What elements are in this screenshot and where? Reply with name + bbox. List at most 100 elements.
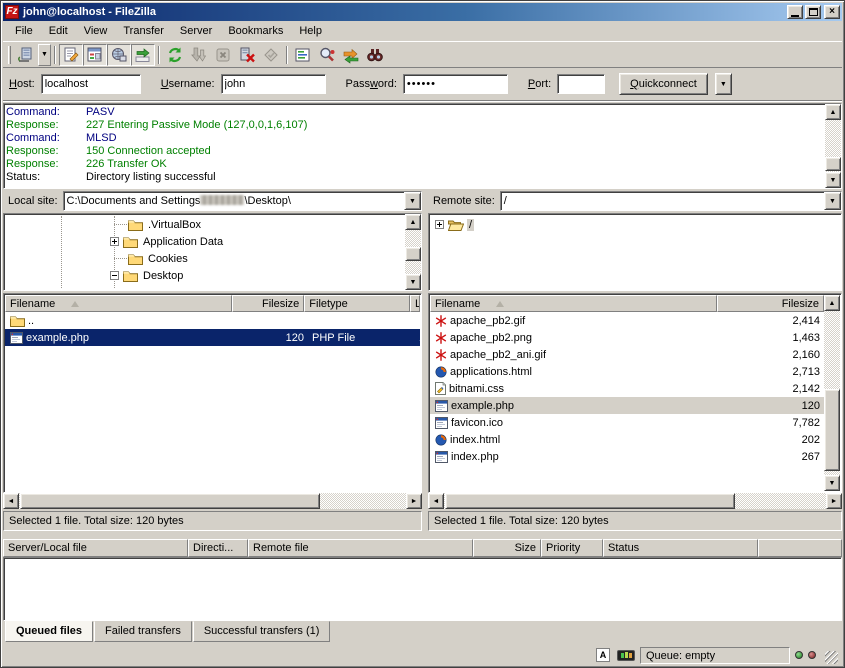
menu-server[interactable]: Server: [172, 23, 220, 39]
scroll-left-button[interactable]: ◄: [3, 493, 19, 509]
port-input[interactable]: [557, 74, 605, 94]
column-header-filename[interactable]: Filename: [430, 295, 717, 312]
host-input[interactable]: [41, 74, 141, 94]
disconnect-icon: [238, 46, 256, 64]
menu-view[interactable]: View: [76, 23, 116, 39]
column-header-server-local-file[interactable]: Server/Local file: [3, 539, 188, 557]
file-row-example-php[interactable]: example.php 120 PHP File 1: [5, 329, 420, 346]
menu-help[interactable]: Help: [291, 23, 330, 39]
toggle-local-tree-button[interactable]: [83, 44, 107, 66]
column-header-filesize[interactable]: Filesize: [717, 295, 824, 312]
data-type-indicator-icon[interactable]: A: [594, 647, 612, 663]
maximize-button[interactable]: [805, 5, 821, 19]
column-header-filename[interactable]: Filename: [5, 295, 232, 312]
quickconnect-dropdown[interactable]: ▼: [715, 73, 732, 95]
combo-dropdown-button[interactable]: ▼: [824, 192, 841, 210]
resize-grip[interactable]: [825, 651, 838, 664]
minimize-button[interactable]: [787, 5, 803, 19]
file-row[interactable]: favicon.ico 7,782: [430, 414, 824, 431]
site-manager-button[interactable]: [14, 44, 38, 66]
remote-list-hscrollbar[interactable]: ◄ ►: [428, 493, 842, 509]
column-header-size[interactable]: Size: [473, 539, 541, 557]
html-browser-icon: [435, 434, 447, 446]
comparison-button[interactable]: [315, 44, 339, 66]
menu-file[interactable]: File: [7, 23, 41, 39]
column-header-remote-file[interactable]: Remote file: [248, 539, 473, 557]
toggle-remote-tree-button[interactable]: [107, 44, 131, 66]
log-scrollbar[interactable]: ▲ ▼: [825, 104, 841, 188]
queue-list[interactable]: [3, 557, 842, 621]
filter-button[interactable]: [291, 44, 315, 66]
column-header-filesize[interactable]: Filesize: [232, 295, 304, 312]
menu-transfer[interactable]: Transfer: [115, 23, 172, 39]
disconnect-button[interactable]: [235, 44, 259, 66]
quickconnect-button[interactable]: Quickconnect: [619, 73, 708, 95]
scroll-right-button[interactable]: ►: [406, 493, 422, 509]
file-row[interactable]: apache_pb2.png 1,463: [430, 329, 824, 346]
expand-icon[interactable]: [110, 237, 119, 246]
toolbar-gripper: [8, 46, 11, 64]
column-header-direction[interactable]: Directi...: [188, 539, 248, 557]
tree-item-desktop[interactable]: Desktop: [6, 267, 419, 284]
expand-icon[interactable]: [435, 220, 444, 229]
scroll-thumb[interactable]: [20, 493, 320, 509]
toggle-message-log-button[interactable]: [59, 44, 83, 66]
scroll-up-button[interactable]: ▲: [824, 295, 840, 311]
file-row[interactable]: apache_pb2_ani.gif 2,160: [430, 346, 824, 363]
file-row[interactable]: index.html 202: [430, 431, 824, 448]
file-row[interactable]: apache_pb2.gif 2,414: [430, 312, 824, 329]
combo-dropdown-button[interactable]: ▼: [404, 192, 421, 210]
find-files-button[interactable]: [363, 44, 387, 66]
file-row-example-php[interactable]: example.php 120: [430, 397, 824, 414]
collapse-icon[interactable]: [110, 271, 119, 280]
column-header-status[interactable]: Status: [603, 539, 758, 557]
local-tree-scrollbar[interactable]: ▲ ▼: [405, 214, 421, 290]
file-row[interactable]: applications.html 2,713: [430, 363, 824, 380]
menu-bookmarks[interactable]: Bookmarks: [220, 23, 291, 39]
scroll-down-button[interactable]: ▼: [825, 172, 841, 188]
tab-queued-files[interactable]: Queued files: [5, 621, 93, 642]
scroll-up-button[interactable]: ▲: [405, 214, 421, 230]
redacted-username: [200, 195, 244, 205]
scroll-left-button[interactable]: ◄: [428, 493, 444, 509]
process-queue-button[interactable]: [187, 44, 211, 66]
scroll-up-button[interactable]: ▲: [825, 104, 841, 120]
site-manager-dropdown[interactable]: ▼: [38, 44, 51, 66]
local-list-hscrollbar[interactable]: ◄ ►: [3, 493, 422, 509]
menubar: File Edit View Transfer Server Bookmarks…: [3, 21, 842, 41]
cancel-operation-button[interactable]: [211, 44, 235, 66]
reconnect-button[interactable]: [259, 44, 283, 66]
tree-item-virtualbox[interactable]: .VirtualBox: [6, 216, 419, 233]
scroll-down-button[interactable]: ▼: [405, 274, 421, 290]
remote-list-scrollbar[interactable]: ▲ ▼: [824, 295, 840, 491]
scroll-thumb[interactable]: [405, 247, 421, 261]
tree-item-root[interactable]: /: [431, 216, 839, 233]
tab-failed-transfers[interactable]: Failed transfers: [94, 621, 192, 642]
file-row[interactable]: index.php 267: [430, 448, 824, 465]
refresh-button[interactable]: [163, 44, 187, 66]
synchronized-browsing-button[interactable]: [339, 44, 363, 66]
username-input[interactable]: [221, 74, 326, 94]
toggle-queue-button[interactable]: [131, 44, 155, 66]
column-header-filetype[interactable]: Filetype: [304, 295, 410, 312]
tree-guide: [61, 216, 62, 288]
column-header-priority[interactable]: Priority: [541, 539, 603, 557]
queue-splitter[interactable]: [3, 531, 842, 539]
tab-successful-transfers[interactable]: Successful transfers (1): [193, 621, 331, 642]
scroll-thumb[interactable]: [824, 389, 840, 471]
remote-site-combobox[interactable]: / ▼: [500, 191, 842, 211]
tree-item-application-data[interactable]: Application Data: [6, 233, 419, 250]
password-input[interactable]: [403, 74, 508, 94]
tree-item-cookies[interactable]: Cookies: [6, 250, 419, 267]
scroll-right-button[interactable]: ►: [826, 493, 842, 509]
scroll-thumb[interactable]: [825, 157, 841, 171]
menu-edit[interactable]: Edit: [41, 23, 76, 39]
file-row-parent-dir[interactable]: ..: [5, 312, 420, 329]
speed-limit-icon[interactable]: [617, 647, 635, 663]
local-site-combobox[interactable]: C:\Documents and Settings\Desktop\ ▼: [63, 191, 422, 211]
scroll-thumb[interactable]: [445, 493, 735, 509]
file-row[interactable]: bitnami.css 2,142: [430, 380, 824, 397]
scroll-down-button[interactable]: ▼: [824, 475, 840, 491]
close-button[interactable]: ×: [824, 5, 840, 19]
column-header-lastmodified[interactable]: L: [410, 295, 420, 312]
